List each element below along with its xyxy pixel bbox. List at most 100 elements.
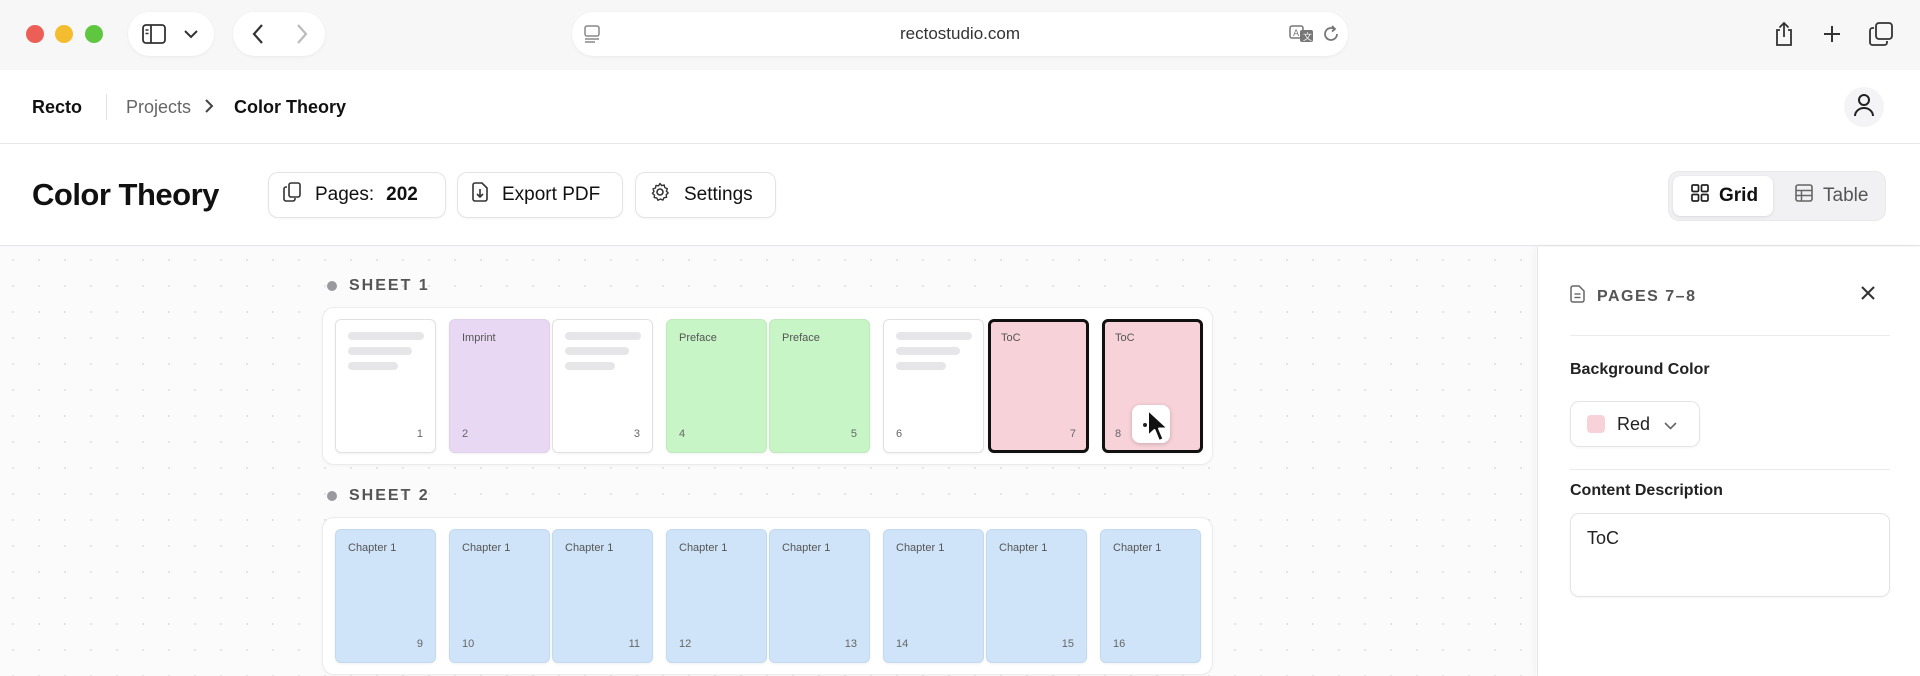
project-toolbar: Color Theory Pages: 202 Export PDF Setti… — [0, 144, 1920, 246]
bg-color-value: Red — [1617, 413, 1651, 434]
new-tab-icon[interactable] — [1820, 22, 1844, 46]
svg-text:A: A — [1293, 29, 1300, 39]
page-thumbnail[interactable]: 1 — [335, 319, 436, 453]
download-file-icon — [458, 182, 502, 208]
placeholder-line — [348, 347, 412, 355]
grid-view-label: Grid — [1719, 185, 1759, 206]
page-number: 16 — [1113, 638, 1126, 650]
page-label: Preface — [782, 332, 820, 344]
close-icon[interactable] — [1860, 285, 1876, 306]
back-icon[interactable] — [247, 23, 269, 45]
page-number: 4 — [679, 428, 686, 440]
page-label: ToC — [1001, 332, 1021, 344]
page-number: 11 — [628, 638, 640, 650]
page-number: 6 — [896, 428, 903, 440]
placeholder-line — [565, 347, 629, 355]
page-thumbnail[interactable]: Chapter 1 10 — [449, 529, 550, 663]
window-minimize-button[interactable] — [55, 25, 73, 43]
pages-button[interactable]: Pages: 202 — [268, 172, 446, 218]
address-bar[interactable]: rectostudio.com A文 — [572, 12, 1348, 56]
forward-icon[interactable] — [291, 23, 313, 45]
view-toggle: Grid Table — [1668, 171, 1886, 221]
placeholder-line — [348, 332, 424, 340]
svg-text:文: 文 — [1303, 31, 1312, 43]
page-label: Chapter 1 — [1113, 542, 1162, 554]
chevron-down-icon[interactable] — [182, 26, 200, 42]
window-close-button[interactable] — [26, 25, 44, 43]
breadcrumb-current: Color Theory — [234, 97, 347, 117]
table-view-label: Table — [1823, 185, 1869, 206]
sheet-card: Chapter 1 9 Chapter 1 10 Chapter 1 11 Ch… — [322, 517, 1213, 675]
sheet-title: SHEET 1 — [349, 277, 430, 294]
brand-logo[interactable]: Recto — [32, 97, 82, 118]
page-thumbnail[interactable]: Preface 5 — [769, 319, 870, 453]
page-thumbnail[interactable]: Chapter 1 13 — [769, 529, 870, 663]
pages-icon — [269, 182, 315, 208]
page-label: Chapter 1 — [782, 542, 831, 554]
gear-icon — [636, 182, 684, 208]
page-number: 2 — [462, 428, 469, 440]
content-desc-label: Content Description — [1570, 482, 1723, 499]
sidebar-icon[interactable] — [142, 23, 166, 45]
translate-icon[interactable]: A文 — [1288, 23, 1316, 45]
sheet-card: 1 Imprint 2 3 Preface 4 Preface 5 6 ToC … — [322, 307, 1213, 465]
page-thumbnail[interactable]: 6 — [883, 319, 984, 453]
page-number: 8 — [1115, 428, 1122, 440]
grid-view-button[interactable]: Grid — [1673, 176, 1773, 216]
user-icon — [1853, 93, 1875, 122]
export-pdf-button[interactable]: Export PDF — [457, 172, 623, 218]
placeholder-line — [565, 362, 615, 370]
panel-title: PAGES 7–8 — [1597, 287, 1697, 305]
page-label: Chapter 1 — [896, 542, 945, 554]
page-label: Chapter 1 — [348, 542, 397, 554]
page-thumbnail[interactable]: Imprint 2 — [449, 319, 550, 453]
page-thumbnail-selected[interactable]: ToC 7 — [988, 319, 1089, 453]
page-number: 7 — [1069, 428, 1076, 440]
sheet-dot-icon — [327, 281, 337, 291]
share-icon[interactable] — [1772, 20, 1796, 48]
placeholder-line — [896, 362, 946, 370]
tab-overview-icon[interactable] — [1868, 21, 1894, 47]
table-view-button[interactable]: Table — [1777, 176, 1881, 216]
page-label: Chapter 1 — [565, 542, 614, 554]
page-properties-panel: PAGES 7–8 Background Color Red Content D… — [1537, 247, 1920, 676]
page-title: Color Theory — [32, 177, 219, 212]
breadcrumb-projects[interactable]: Projects — [126, 97, 191, 118]
content-description-input[interactable]: ToC — [1570, 513, 1890, 597]
page-number: 3 — [633, 428, 640, 440]
bg-color-select[interactable]: Red — [1570, 401, 1700, 447]
page-label: Chapter 1 — [462, 542, 511, 554]
page-label: ToC — [1115, 332, 1135, 344]
page-number: 13 — [844, 638, 857, 650]
page-thumbnail[interactable]: Chapter 1 15 — [986, 529, 1087, 663]
sheet-title: SHEET 2 — [349, 487, 430, 504]
grid-icon — [1673, 184, 1719, 208]
document-icon — [1570, 285, 1597, 308]
color-swatch — [1587, 415, 1605, 433]
page-thumbnail[interactable]: Chapter 1 12 — [666, 529, 767, 663]
header-divider — [106, 94, 107, 120]
page-thumbnail[interactable]: Chapter 1 9 — [335, 529, 436, 663]
page-thumbnail[interactable]: 3 — [552, 319, 653, 453]
page-label: Chapter 1 — [999, 542, 1048, 554]
history-nav-group — [233, 12, 325, 56]
sheets-canvas: SHEET 1 1 Imprint 2 3 Preface 4 Preface … — [0, 247, 1536, 676]
sheet-label: SHEET 2 — [327, 487, 430, 505]
page-number: 1 — [416, 428, 423, 440]
url-text: rectostudio.com — [900, 24, 1020, 43]
page-thumbnail[interactable]: Preface 4 — [666, 319, 767, 453]
window-zoom-button[interactable] — [85, 25, 103, 43]
panel-divider — [1570, 469, 1890, 470]
placeholder-line — [348, 362, 398, 370]
placeholder-line — [896, 347, 960, 355]
reload-icon[interactable] — [1320, 23, 1342, 45]
table-icon — [1777, 184, 1823, 208]
page-number: 9 — [416, 638, 423, 650]
page-thumbnail[interactable]: Chapter 1 16 — [1100, 529, 1201, 663]
page-thumbnail[interactable]: Chapter 1 14 — [883, 529, 984, 663]
user-menu-button[interactable] — [1844, 87, 1884, 127]
settings-button[interactable]: Settings — [635, 172, 776, 218]
page-thumbnail[interactable]: Chapter 1 11 — [552, 529, 653, 663]
settings-label: Settings — [684, 184, 753, 205]
page-number: 5 — [850, 428, 857, 440]
